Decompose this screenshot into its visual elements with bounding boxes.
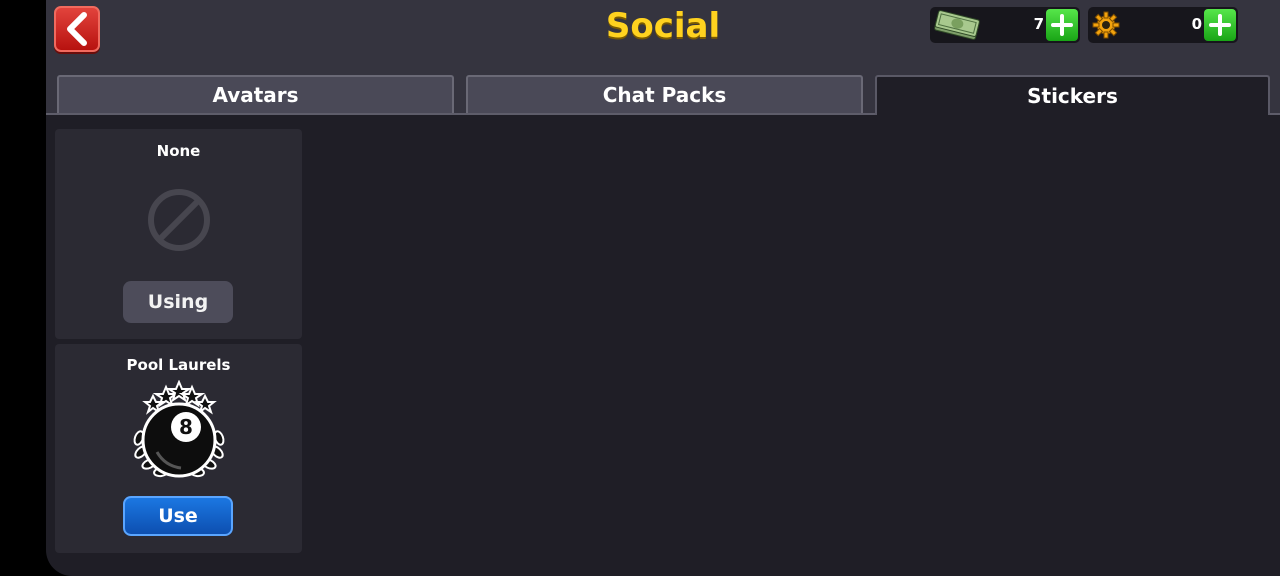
using-button[interactable]: Using xyxy=(123,281,233,323)
coin-counter: 0 xyxy=(1088,7,1238,43)
sticker-card-pool-laurels[interactable]: Pool Laurels 8 Use xyxy=(55,344,302,553)
sticker-name: Pool Laurels xyxy=(126,356,231,374)
sticker-name: None xyxy=(156,142,201,160)
use-button[interactable]: Use xyxy=(123,496,233,536)
tab-chat-packs[interactable]: Chat Packs xyxy=(466,75,863,113)
cash-counter: 7 xyxy=(930,7,1080,43)
screen: Social 7 0 Avatars Chat Packs Stickers N… xyxy=(46,0,1280,576)
tab-avatars[interactable]: Avatars xyxy=(57,75,454,113)
svg-text:8: 8 xyxy=(179,415,193,439)
plus-icon xyxy=(1051,14,1073,36)
gear-icon xyxy=(1092,11,1120,39)
cash-icon xyxy=(934,10,980,40)
eight-ball-laurels-icon: 8 xyxy=(133,380,225,478)
prohibited-icon xyxy=(148,189,210,251)
sticker-card-none[interactable]: None Using xyxy=(55,129,302,339)
plus-icon xyxy=(1209,14,1231,36)
tab-stickers[interactable]: Stickers xyxy=(875,75,1270,115)
cash-count: 7 xyxy=(1033,15,1044,33)
add-coins-button[interactable] xyxy=(1204,9,1236,41)
coin-count: 0 xyxy=(1191,15,1202,33)
add-cash-button[interactable] xyxy=(1046,9,1078,41)
